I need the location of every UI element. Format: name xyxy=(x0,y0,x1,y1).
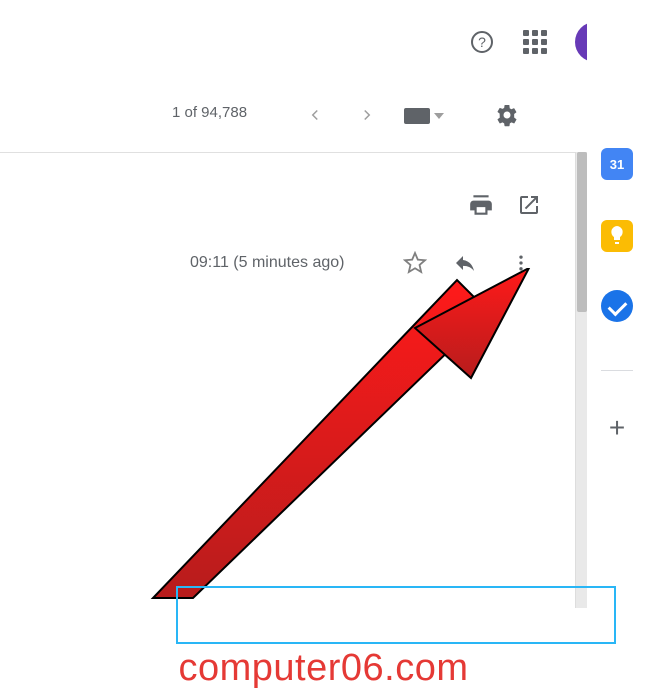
google-apps-icon[interactable] xyxy=(523,30,547,54)
star-button[interactable] xyxy=(400,248,430,278)
dropdown-icon xyxy=(434,113,444,119)
older-button[interactable] xyxy=(300,100,330,130)
open-new-window-button[interactable] xyxy=(514,190,544,220)
keyboard-icon xyxy=(404,108,430,124)
app-header: ? M xyxy=(0,0,647,80)
annotation-arrow xyxy=(135,268,535,608)
tasks-addon-icon[interactable] xyxy=(601,290,633,322)
side-panel: 31 + xyxy=(587,0,647,610)
annotation-highlight xyxy=(176,586,616,644)
divider xyxy=(0,152,579,153)
message-timestamp: 09:11 (5 minutes ago) xyxy=(190,254,344,272)
divider xyxy=(601,370,633,371)
message-toolbar: 1 of 94,788 xyxy=(0,80,579,152)
message-counter: 1 of 94,788 xyxy=(172,104,247,121)
help-icon[interactable]: ? xyxy=(468,28,496,56)
keep-addon-icon[interactable] xyxy=(601,220,633,252)
settings-button[interactable] xyxy=(490,98,524,132)
input-tools-button[interactable] xyxy=(404,104,448,128)
reply-button[interactable] xyxy=(450,248,480,278)
svg-text:?: ? xyxy=(478,34,486,50)
scrollbar-thumb[interactable] xyxy=(577,152,587,312)
get-addons-button[interactable]: + xyxy=(601,412,633,444)
vertical-scrollbar[interactable] xyxy=(575,152,587,608)
newer-button[interactable] xyxy=(352,100,382,130)
more-options-button[interactable] xyxy=(506,248,536,278)
calendar-addon-icon[interactable]: 31 xyxy=(601,148,633,180)
print-button[interactable] xyxy=(466,190,496,220)
watermark-text: computer06.com xyxy=(0,647,647,690)
